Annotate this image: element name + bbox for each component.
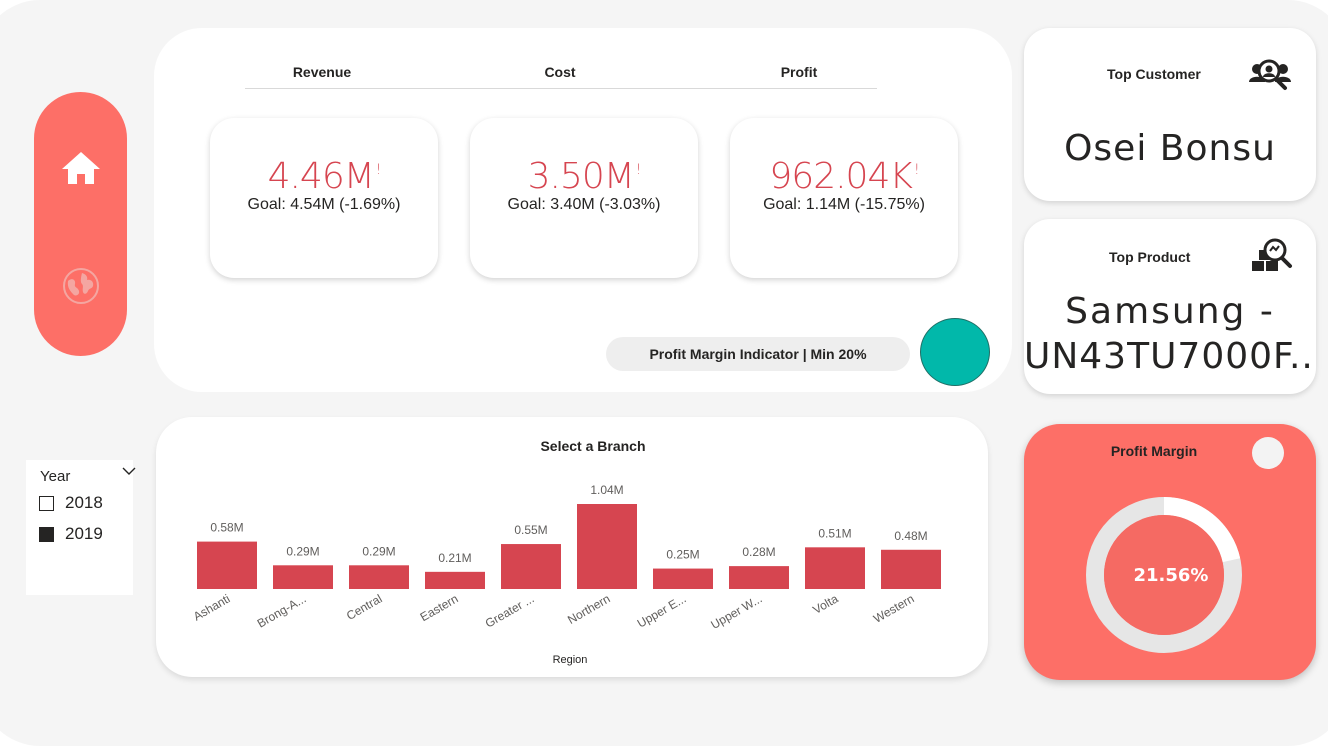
year-option-2019[interactable]: 2019 [39,523,103,545]
year-slicer-title: Year [40,468,71,485]
profit-margin-donut: 21.56% [1086,497,1242,653]
profit-margin-toggle-button[interactable] [1252,437,1284,469]
x-tick-label: Volta [810,591,840,617]
nav-pill [34,92,127,356]
bar[interactable] [805,547,865,589]
cost-header: Cost [544,64,576,80]
bar-data-label: 0.21M [438,551,471,565]
year-option-label: 2019 [65,524,103,543]
x-tick-label: Western [871,591,917,625]
bar-data-label: 0.29M [286,544,319,558]
revenue-goal: Goal: 4.54M (-1.69%) [247,196,401,213]
profit-alert-flag: ! [913,162,920,178]
bar[interactable] [653,568,713,589]
bar-data-label: 1.04M [590,483,623,497]
checkbox-2019[interactable] [39,526,54,542]
bar[interactable] [349,565,409,589]
bar[interactable] [729,566,789,589]
bar[interactable] [197,541,257,589]
x-axis-label: Region [553,654,588,666]
home-icon [61,152,100,184]
cost-value: 3.50M! [527,156,642,197]
top-customer-card: Top Customer Osei Bonsu [1024,28,1316,201]
chevron-down-icon[interactable] [122,466,136,476]
year-slicer: Year 2018 2019 [26,460,136,595]
revenue-header: Revenue [292,64,352,80]
bar-data-label: 0.55M [514,523,547,537]
revenue-kpi-card[interactable]: 4.46M! Goal: 4.54M (-1.69%) [210,118,438,278]
revenue-value: 4.46M! [267,156,382,197]
top-product-title: Top Product [1109,249,1191,265]
x-tick-label: Ashanti [191,591,233,623]
x-tick-label: Northern [565,591,612,626]
profit-margin-indicator-label: Profit Margin Indicator | Min 20% [606,337,910,371]
bar[interactable] [881,549,941,589]
bar-data-label: 0.48M [894,529,927,543]
profit-value: 962.04K! [769,156,920,197]
x-tick-label: Greater ... [483,591,537,630]
top-customer-value: Osei Bonsu [1064,128,1276,169]
branch-bar-chart: Select a Branch Region 0.58M Ashanti 0.29M Br… [191,438,941,666]
bar[interactable] [273,565,333,589]
bar-data-label: 0.29M [362,544,395,558]
top-customer-title: Top Customer [1107,66,1201,82]
chart-title: Select a Branch [540,438,645,454]
profit-kpi-card[interactable]: 962.04K! Goal: 1.14M (-15.75%) [730,118,958,278]
bar[interactable] [501,544,561,589]
checkbox-2018[interactable] [39,495,54,511]
top-product-card: Top Product Samsung - UN43TU7000F... [1024,219,1316,394]
map-page-button[interactable] [34,256,127,316]
x-tick-label: Upper E... [635,591,689,630]
home-button[interactable] [34,138,127,198]
cost-goal: Goal: 3.40M (-3.03%) [507,196,661,213]
cost-alert-flag: ! [635,162,642,178]
revenue-alert-flag: ! [375,162,382,178]
globe-icon [62,268,99,304]
bar-data-label: 0.28M [742,545,775,559]
product-search-icon [1252,238,1292,271]
profit-margin-status-dot [920,318,990,386]
bar-data-label: 0.51M [818,526,851,540]
bar[interactable] [425,571,485,589]
cost-kpi-card[interactable]: 3.50M! Goal: 3.40M (-3.03%) [470,118,698,278]
bar-data-label: 0.25M [666,548,699,562]
profit-goal: Goal: 1.14M (-15.75%) [763,196,925,213]
profit-margin-title: Profit Margin [1110,443,1198,459]
bar-data-label: 0.58M [210,521,243,535]
year-option-2018[interactable]: 2018 [39,492,103,514]
profit-margin-value: 21.56% [1134,565,1209,586]
profit-header: Profit [780,64,818,80]
bar[interactable] [577,504,637,589]
year-option-label: 2018 [65,493,103,512]
top-product-value-line1: Samsung - [1065,291,1275,332]
user-search-icon [1249,59,1291,90]
x-tick-label: Eastern [418,591,461,624]
header-divider [245,88,877,89]
x-tick-label: Brong-A... [255,591,309,630]
x-tick-label: Upper W... [708,591,764,631]
top-product-value-line2: UN43TU7000F... [1024,336,1316,377]
x-tick-label: Central [344,591,385,622]
